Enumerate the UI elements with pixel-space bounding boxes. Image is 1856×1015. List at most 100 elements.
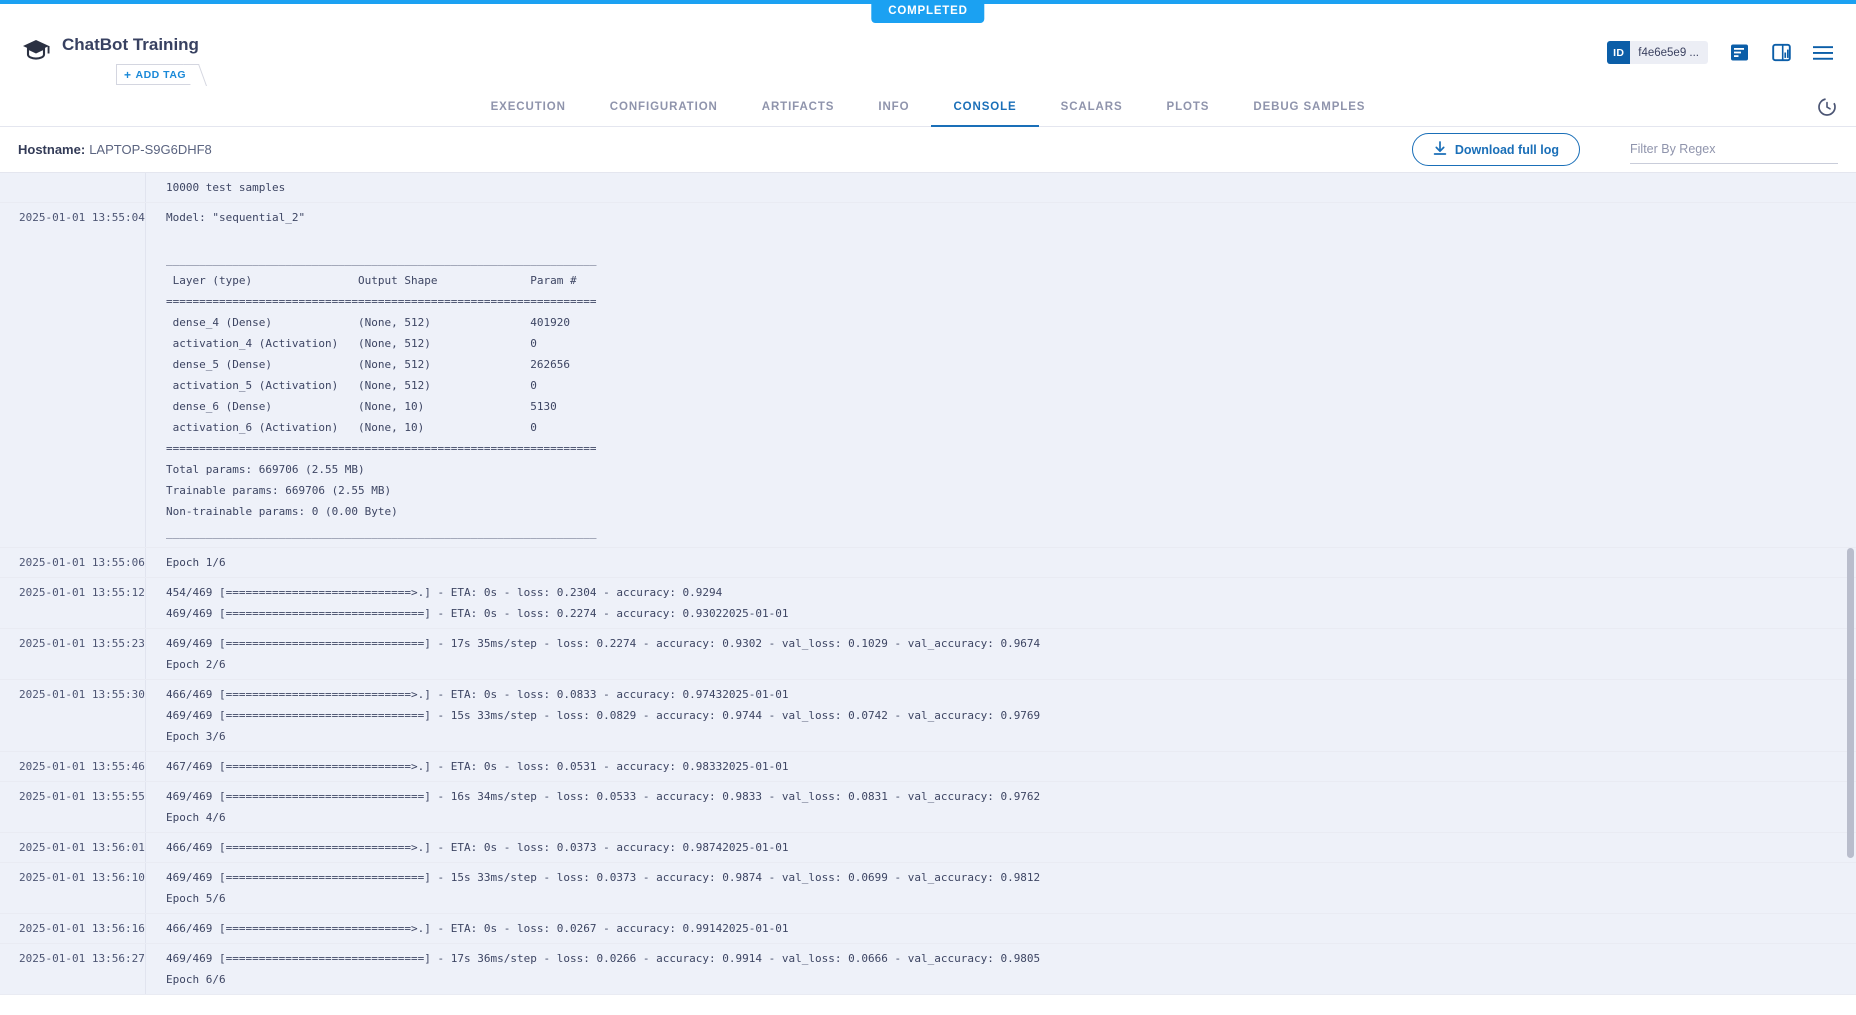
tab-artifacts[interactable]: ARTIFACTS <box>740 88 857 126</box>
experiment-header: ChatBot Training ID f4e6e5e9 ... <box>0 27 1856 88</box>
log-line: 467/469 [============================>.]… <box>166 756 1856 777</box>
log-message-group: 10000 test samples <box>146 173 1856 202</box>
tab-info[interactable]: INFO <box>856 88 931 126</box>
console-log-panel[interactable]: 10000 test samples2025-01-01 13:55:04Mod… <box>0 172 1856 1015</box>
log-line: 469/469 [==============================]… <box>166 705 1856 726</box>
refresh-icon[interactable] <box>1816 96 1838 118</box>
tab-bar: EXECUTIONCONFIGURATIONARTIFACTSINFOCONSO… <box>0 88 1856 127</box>
log-message-group: 466/469 [============================>.]… <box>146 680 1856 751</box>
hostname-value: LAPTOP-S9G6DHF8 <box>89 142 212 157</box>
tab-console[interactable]: CONSOLE <box>931 88 1038 126</box>
log-line: ________________________________________… <box>166 249 1856 270</box>
plus-icon: + <box>124 68 132 82</box>
log-line: 469/469 [==============================]… <box>166 867 1856 888</box>
log-row: 2025-01-01 13:55:06 Epoch 1/6 <box>0 548 1856 578</box>
log-message-group: 467/469 [============================>.]… <box>146 752 1856 781</box>
console-scrollbar-thumb[interactable] <box>1847 548 1854 858</box>
graduation-cap-icon <box>22 36 50 64</box>
log-view-icon[interactable] <box>1728 42 1750 64</box>
console-toolbar: Hostname: LAPTOP-S9G6DHF8 Download full l… <box>0 127 1856 172</box>
log-timestamp: 2025-01-01 13:55:04 <box>0 203 146 547</box>
console-log-body: 10000 test samples2025-01-01 13:55:04Mod… <box>0 173 1856 995</box>
log-line: 454/469 [============================>.]… <box>166 582 1856 603</box>
log-timestamp: 2025-01-01 13:55:06 <box>0 548 146 577</box>
log-line: Epoch 5/6 <box>166 888 1856 909</box>
log-line: Epoch 2/6 <box>166 654 1856 675</box>
log-row: 10000 test samples <box>0 173 1856 203</box>
log-line: Model: "sequential_2" <box>166 207 1856 228</box>
log-timestamp: 2025-01-01 13:55:30 <box>0 680 146 751</box>
log-line: Total params: 669706 (2.55 MB) <box>166 459 1856 480</box>
log-timestamp: 2025-01-01 13:55:55 <box>0 782 146 832</box>
log-line: ========================================… <box>166 438 1856 459</box>
hostname-label: Hostname: <box>18 142 85 157</box>
tab-configuration[interactable]: CONFIGURATION <box>588 88 740 126</box>
download-label: Download full log <box>1455 143 1559 157</box>
experiment-id-badge[interactable]: ID f4e6e5e9 ... <box>1607 41 1708 64</box>
log-row: 2025-01-01 13:55:46 467/469 [============… <box>0 752 1856 782</box>
log-timestamp: 2025-01-01 13:56:16 <box>0 914 146 943</box>
log-line: 466/469 [============================>.]… <box>166 918 1856 939</box>
download-icon <box>1433 141 1447 159</box>
log-line: Layer (type) Output Shape Param # <box>166 270 1856 291</box>
log-message-group: Model: "sequential_2" __________________… <box>146 203 1856 547</box>
log-message-group: 469/469 [==============================]… <box>146 629 1856 679</box>
log-timestamp: 2025-01-01 13:56:01 <box>0 833 146 862</box>
log-line: 469/469 [==============================]… <box>166 603 1856 624</box>
log-message-group: 454/469 [============================>.]… <box>146 578 1856 628</box>
log-message-group: 469/469 [==============================]… <box>146 944 1856 994</box>
status-strip: COMPLETED <box>0 0 1856 27</box>
hostname-display: Hostname: LAPTOP-S9G6DHF8 <box>18 142 212 157</box>
log-line: dense_4 (Dense) (None, 512) 401920 <box>166 312 1856 333</box>
split-view-icon[interactable] <box>1770 42 1792 64</box>
log-row: 2025-01-01 13:55:23469/469 [============… <box>0 629 1856 680</box>
log-row: 2025-01-01 13:55:04Model: "sequential_2"… <box>0 203 1856 548</box>
log-row: 2025-01-01 13:56:10 469/469 [============… <box>0 863 1856 914</box>
log-row: 2025-01-01 13:55:55469/469 [============… <box>0 782 1856 833</box>
add-tag-label: ADD TAG <box>136 69 187 81</box>
download-full-log-button[interactable]: Download full log <box>1412 133 1580 166</box>
log-line: activation_4 (Activation) (None, 512) 0 <box>166 333 1856 354</box>
log-row: 2025-01-01 13:55:30 466/469 [============… <box>0 680 1856 752</box>
add-tag-button[interactable]: + ADD TAG <box>116 64 195 85</box>
log-line: ________________________________________… <box>166 522 1856 543</box>
log-timestamp <box>0 173 146 202</box>
log-line: Epoch 6/6 <box>166 969 1856 990</box>
status-badge: COMPLETED <box>871 0 984 23</box>
log-timestamp: 2025-01-01 13:56:27 <box>0 944 146 994</box>
log-line: Epoch 3/6 <box>166 726 1856 747</box>
log-line: Epoch 1/6 <box>166 552 1856 573</box>
log-message-group: 466/469 [============================>.]… <box>146 914 1856 943</box>
add-tag-wrap: + ADD TAG <box>116 64 195 85</box>
log-row: 2025-01-01 13:56:27469/469 [============… <box>0 944 1856 995</box>
log-row: 2025-01-01 13:56:16 466/469 [============… <box>0 914 1856 944</box>
log-line: 466/469 [============================>.]… <box>166 684 1856 705</box>
log-line: 469/469 [==============================]… <box>166 633 1856 654</box>
header-actions: ID f4e6e5e9 ... <box>1607 27 1834 64</box>
toolbar-right: Download full log <box>1412 133 1838 166</box>
log-row: 2025-01-01 13:55:12 454/469 [============… <box>0 578 1856 629</box>
log-line: dense_6 (Dense) (None, 10) 5130 <box>166 396 1856 417</box>
menu-icon[interactable] <box>1812 42 1834 64</box>
log-message-group: 469/469 [==============================]… <box>146 782 1856 832</box>
log-line: 10000 test samples <box>166 177 1856 198</box>
header-left: ChatBot Training <box>22 27 199 64</box>
tab-scalars[interactable]: SCALARS <box>1039 88 1145 126</box>
tab-plots[interactable]: PLOTS <box>1145 88 1232 126</box>
id-value: f4e6e5e9 ... <box>1630 41 1708 64</box>
log-line: Non-trainable params: 0 (0.00 Byte) <box>166 501 1856 522</box>
log-line: Trainable params: 669706 (2.55 MB) <box>166 480 1856 501</box>
log-line: Epoch 4/6 <box>166 807 1856 828</box>
filter-by-regex-input[interactable] <box>1630 136 1838 164</box>
log-line: activation_6 (Activation) (None, 10) 0 <box>166 417 1856 438</box>
log-timestamp: 2025-01-01 13:55:12 <box>0 578 146 628</box>
title-block: ChatBot Training <box>62 34 199 56</box>
log-message-group: Epoch 1/6 <box>146 548 1856 577</box>
page-title: ChatBot Training <box>62 34 199 56</box>
log-timestamp: 2025-01-01 13:55:46 <box>0 752 146 781</box>
log-timestamp: 2025-01-01 13:56:10 <box>0 863 146 913</box>
tab-execution[interactable]: EXECUTION <box>469 88 588 126</box>
log-line: dense_5 (Dense) (None, 512) 262656 <box>166 354 1856 375</box>
console-scrollbar[interactable] <box>1846 173 1855 1015</box>
tab-debug-samples[interactable]: DEBUG SAMPLES <box>1231 88 1387 126</box>
